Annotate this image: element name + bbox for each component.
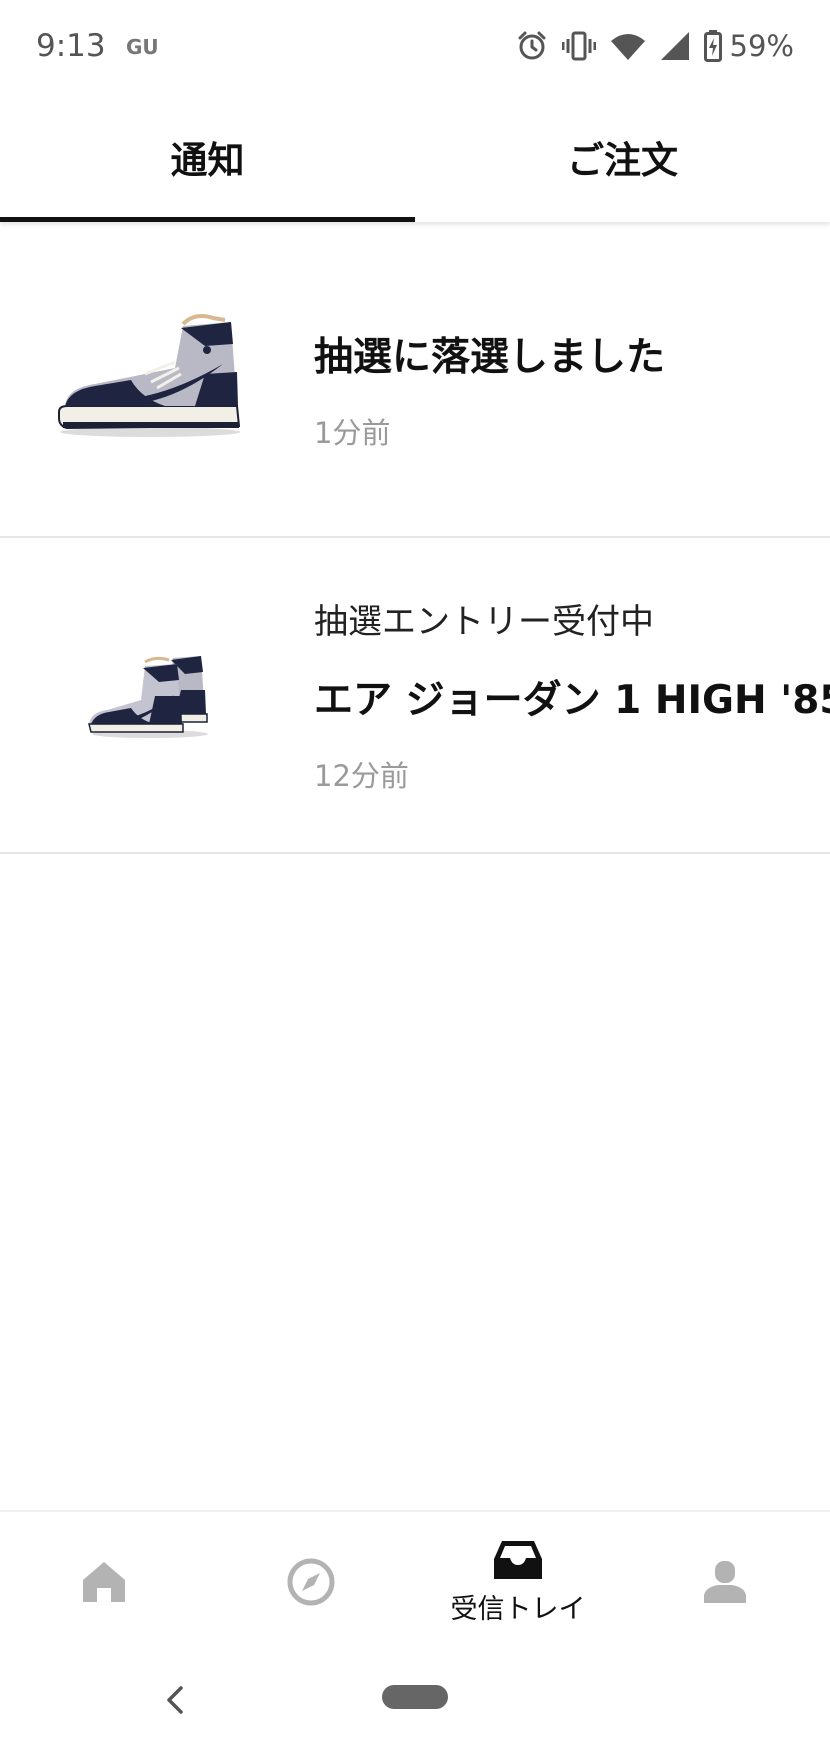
wifi-icon (610, 34, 645, 60)
vibrate-icon (561, 31, 596, 61)
nav-discover[interactable] (221, 1512, 401, 1652)
sneaker-pair-image (40, 585, 260, 805)
tab-orders[interactable]: ご注文 (415, 92, 830, 222)
battery-percent: 59% (729, 29, 794, 63)
alarm-icon (518, 31, 546, 60)
bottom-nav: 受信トレイ (0, 1510, 830, 1652)
notification-time: 12分前 (314, 759, 409, 793)
system-back-button[interactable] (155, 1675, 195, 1725)
notification-subtitle: 抽選エントリー受付中 (314, 602, 654, 642)
status-carrier: GU (126, 35, 159, 59)
sneaker-image (40, 269, 260, 489)
tab-bar: 通知 ご注文 (0, 92, 830, 222)
notification-title: エア ジョーダン 1 HIGH '85 シ (314, 678, 830, 723)
status-bar: 9:13 GU 59% (0, 0, 830, 92)
status-icons: 59% (516, 24, 794, 68)
home-icon (83, 1562, 125, 1602)
cell-signal-icon (660, 32, 689, 60)
person-icon (704, 1561, 746, 1603)
system-home-pill[interactable] (382, 1685, 448, 1709)
compass-icon (287, 1558, 335, 1606)
notification-title: 抽選に落選しました (314, 335, 666, 380)
nav-home[interactable] (14, 1512, 194, 1652)
notification-time: 1分前 (314, 416, 391, 450)
notification-item[interactable]: 抽選に落選しました 1分前 (0, 222, 830, 538)
battery-charging-icon (703, 30, 722, 62)
nav-profile[interactable] (635, 1512, 815, 1652)
notification-item[interactable]: 抽選エントリー受付中 エア ジョーダン 1 HIGH '85 シ 12分前 (0, 538, 830, 854)
nav-inbox[interactable]: 受信トレイ (428, 1512, 608, 1652)
tab-notifications[interactable]: 通知 (0, 92, 415, 222)
inbox-tray-icon (494, 1540, 542, 1579)
notification-list: 抽選に落選しました 1分前 抽選エントリー受付中 エア ジョーダン 1 HIGH… (0, 222, 830, 854)
nav-inbox-label: 受信トレイ (450, 1593, 586, 1625)
status-time: 9:13 (36, 28, 106, 64)
chevron-left-icon (167, 1686, 183, 1714)
system-nav-bar (0, 1650, 830, 1752)
